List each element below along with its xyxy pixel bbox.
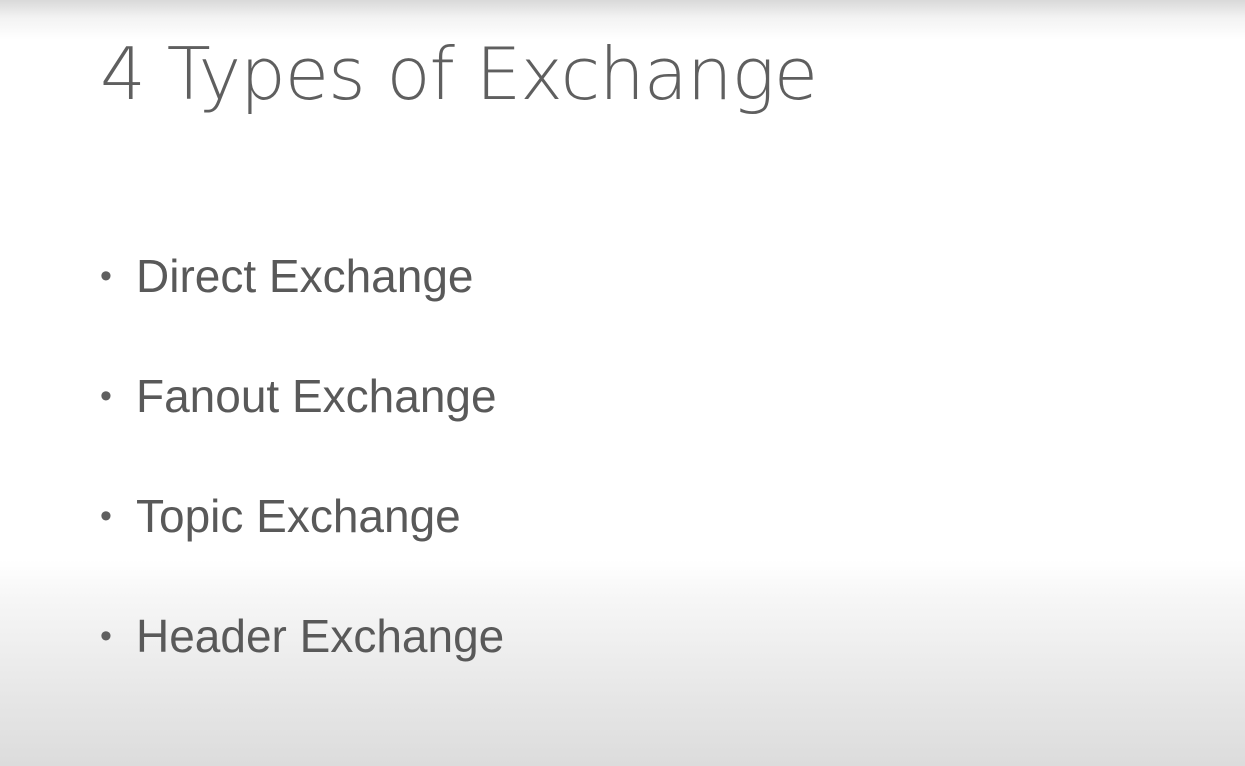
slide: 4 Types of Exchange • Direct Exchange • …: [0, 0, 1245, 766]
bullet-item-topic-exchange: • Topic Exchange: [100, 485, 504, 605]
bullet-icon: •: [100, 377, 112, 415]
bullet-label: Header Exchange: [136, 610, 505, 662]
bullet-label: Topic Exchange: [136, 490, 461, 542]
bullet-icon: •: [100, 257, 112, 295]
bullet-label: Direct Exchange: [136, 250, 474, 302]
bullet-item-direct-exchange: • Direct Exchange: [100, 245, 504, 365]
bullet-item-fanout-exchange: • Fanout Exchange: [100, 365, 504, 485]
bullet-icon: •: [100, 497, 112, 535]
bullet-icon: •: [100, 617, 112, 655]
bullet-item-header-exchange: • Header Exchange: [100, 605, 504, 725]
slide-title: 4 Types of Exchange: [100, 32, 818, 116]
bullet-list: • Direct Exchange • Fanout Exchange • To…: [100, 245, 504, 725]
bullet-label: Fanout Exchange: [136, 370, 497, 422]
